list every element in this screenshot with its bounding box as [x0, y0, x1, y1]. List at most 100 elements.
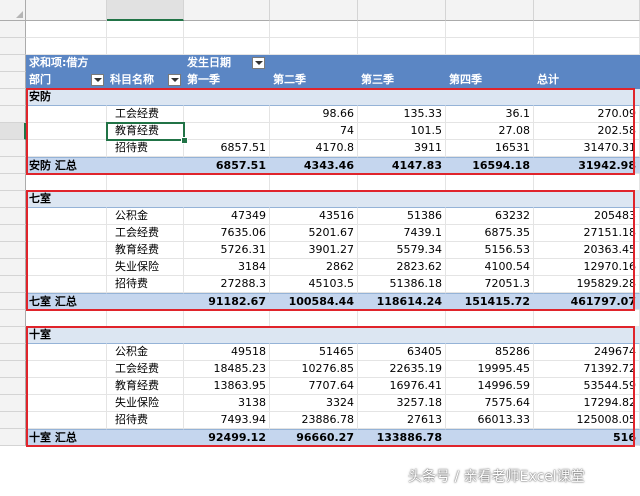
pivot-value-cell[interactable]: 63405	[358, 344, 446, 361]
pivot-value-cell[interactable]: 3257.18	[358, 395, 446, 412]
row-header-22[interactable]	[0, 378, 26, 395]
pivot-item-label[interactable]: 教育经费	[107, 242, 184, 259]
pivot-subtotal-value[interactable]: 4343.46	[270, 157, 358, 174]
cell-b5[interactable]	[107, 89, 184, 106]
pivot-value-cell[interactable]: 3911	[358, 140, 446, 157]
pivot-value-cell[interactable]	[184, 123, 270, 140]
pivot-subtotal-value[interactable]: 4147.83	[358, 157, 446, 174]
cell-c11[interactable]	[184, 191, 270, 208]
cell-e5[interactable]	[358, 89, 446, 106]
pivot-subtotal-label[interactable]: 安防 汇总	[26, 157, 107, 174]
filter-dropdown-icon[interactable]	[252, 57, 265, 69]
pivot-value-cell[interactable]: 125008.05	[534, 412, 640, 429]
cell-b10[interactable]	[107, 174, 184, 191]
pivot-value-cell[interactable]: 47349	[184, 208, 270, 225]
row-header-19[interactable]	[0, 327, 26, 344]
pivot-subtotal-value[interactable]: 92499.12	[184, 429, 270, 446]
pivot-item-label[interactable]: 失业保险	[107, 259, 184, 276]
pivot-value-cell[interactable]: 27151.18	[534, 225, 640, 242]
pivot-value-cell[interactable]: 7707.64	[270, 378, 358, 395]
pivot-value-cell[interactable]: 3138	[184, 395, 270, 412]
row-header-13[interactable]	[0, 225, 26, 242]
cell-f19[interactable]	[446, 327, 534, 344]
pivot-subtotal-value[interactable]: 461797.07	[534, 293, 640, 310]
cell-a21[interactable]	[26, 361, 107, 378]
cell-a12[interactable]	[26, 208, 107, 225]
cell-f1[interactable]	[446, 21, 534, 38]
pivot-value-cell[interactable]: 66013.33	[446, 412, 534, 429]
pivot-value-cell[interactable]: 3324	[270, 395, 358, 412]
row-header-1[interactable]	[0, 21, 26, 38]
pivot-subtotal-value[interactable]: 118614.24	[358, 293, 446, 310]
pivot-subtotal-value[interactable]: 6857.51	[184, 157, 270, 174]
cell-a18[interactable]	[26, 310, 107, 327]
cell-d11[interactable]	[270, 191, 358, 208]
row-header-7[interactable]	[0, 123, 26, 140]
pivot-value-cell[interactable]: 249674	[534, 344, 640, 361]
pivot-value-cell[interactable]: 4170.8	[270, 140, 358, 157]
pivot-value-cell[interactable]: 43516	[270, 208, 358, 225]
pivot-value-cell[interactable]: 20363.45	[534, 242, 640, 259]
pivot-value-cell[interactable]: 270.09	[534, 106, 640, 123]
pivot-value-cell[interactable]: 135.33	[358, 106, 446, 123]
cell-b2[interactable]	[107, 38, 184, 55]
cell-e2[interactable]	[358, 38, 446, 55]
pivot-item-label[interactable]: 招待费	[107, 140, 184, 157]
pivot-value-cell[interactable]: 10276.85	[270, 361, 358, 378]
pivot-value-cell[interactable]: 7635.06	[184, 225, 270, 242]
column-header-c[interactable]	[184, 0, 270, 21]
pivot-header-cell[interactable]: 总计	[534, 72, 640, 89]
pivot-value-cell[interactable]: 5201.67	[270, 225, 358, 242]
column-header-d[interactable]	[270, 0, 358, 21]
pivot-subtotal-value[interactable]: 91182.67	[184, 293, 270, 310]
pivot-value-cell[interactable]: 18485.23	[184, 361, 270, 378]
row-header-18[interactable]	[0, 310, 26, 327]
pivot-value-cell[interactable]: 101.5	[358, 123, 446, 140]
row-header-11[interactable]	[0, 191, 26, 208]
pivot-item-label[interactable]: 教育经费	[107, 378, 184, 395]
pivot-header-cell[interactable]: 科目名称	[107, 72, 184, 89]
pivot-value-cell[interactable]: 7439.1	[358, 225, 446, 242]
cell-a8[interactable]	[26, 140, 107, 157]
cell-c10[interactable]	[184, 174, 270, 191]
cell-a22[interactable]	[26, 378, 107, 395]
cell-g5[interactable]	[534, 89, 640, 106]
row-header-10[interactable]	[0, 174, 26, 191]
cell-f11[interactable]	[446, 191, 534, 208]
cell-g10[interactable]	[534, 174, 640, 191]
pivot-value-cell[interactable]: 63232	[446, 208, 534, 225]
cell-a24[interactable]	[26, 412, 107, 429]
pivot-value-cell[interactable]: 27.08	[446, 123, 534, 140]
pivot-item-label[interactable]: 教育经费	[107, 123, 184, 140]
pivot-subtotal-value[interactable]: 31942.98	[534, 157, 640, 174]
pivot-value-cell[interactable]: 7575.64	[446, 395, 534, 412]
cell-a15[interactable]	[26, 259, 107, 276]
pivot-value-cell[interactable]: 49518	[184, 344, 270, 361]
cell-d18[interactable]	[270, 310, 358, 327]
row-header-12[interactable]	[0, 208, 26, 225]
pivot-item-label[interactable]: 失业保险	[107, 395, 184, 412]
row-header-16[interactable]	[0, 276, 26, 293]
row-header-4[interactable]	[0, 72, 26, 89]
cell-g19[interactable]	[534, 327, 640, 344]
pivot-value-cell[interactable]: 14996.59	[446, 378, 534, 395]
cell-a23[interactable]	[26, 395, 107, 412]
cell-b1[interactable]	[107, 21, 184, 38]
pivot-group-label[interactable]: 七室	[26, 191, 107, 208]
pivot-subtotal-value[interactable]: 16594.18	[446, 157, 534, 174]
pivot-value-cell[interactable]: 202.58	[534, 123, 640, 140]
pivot-header-cell[interactable]: 第四季	[446, 72, 534, 89]
pivot-subtotal-value[interactable]	[446, 429, 534, 446]
pivot-item-label[interactable]: 招待费	[107, 276, 184, 293]
filter-dropdown-icon[interactable]	[91, 74, 104, 86]
pivot-subtotal-value[interactable]: 133886.78	[358, 429, 446, 446]
pivot-value-cell[interactable]: 19995.45	[446, 361, 534, 378]
cell-e11[interactable]	[358, 191, 446, 208]
cell-e10[interactable]	[358, 174, 446, 191]
cell-f2[interactable]	[446, 38, 534, 55]
pivot-item-label[interactable]: 工会经费	[107, 225, 184, 242]
row-header-20[interactable]	[0, 344, 26, 361]
pivot-subtotal-value[interactable]	[107, 157, 184, 174]
column-header-g[interactable]	[534, 0, 640, 21]
pivot-item-label[interactable]: 工会经费	[107, 361, 184, 378]
